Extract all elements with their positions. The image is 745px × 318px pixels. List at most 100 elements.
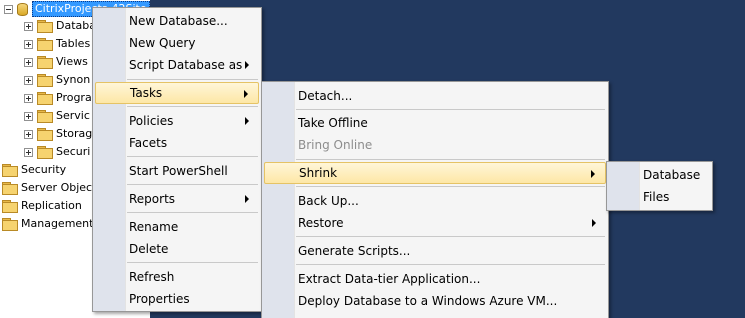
folder-icon: [37, 20, 53, 33]
expand-icon[interactable]: [24, 129, 33, 139]
tree-node-label: Storag: [56, 127, 93, 140]
menu-item-label: Properties: [129, 292, 190, 306]
menu-item-deploy-azure-vm[interactable]: Deploy Database to a Windows Azure VM...: [264, 290, 606, 312]
menu-separator: [296, 109, 605, 110]
menu-separator: [127, 212, 258, 213]
menu-item-label: Deploy Database to a Windows Azure VM...: [298, 294, 558, 308]
folder-icon: [37, 146, 53, 159]
tree-node-databases[interactable]: Databa: [24, 17, 96, 35]
tree-node-label: Databa: [56, 19, 96, 32]
tree-node-label: Tables: [56, 37, 91, 50]
folder-icon: [37, 128, 53, 141]
expand-icon[interactable]: [24, 93, 33, 103]
folder-icon: [37, 74, 53, 87]
submenu-arrow-icon: [245, 117, 249, 125]
database-context-menu: New Database... New Query Script Databas…: [92, 7, 262, 312]
menu-item-label: Rename: [129, 220, 179, 234]
menu-separator: [127, 106, 258, 107]
folder-icon: [2, 218, 18, 231]
menu-separator: [127, 79, 258, 80]
menu-item-label: Tasks: [130, 86, 163, 100]
menu-item-refresh[interactable]: Refresh: [95, 266, 259, 288]
tree-node-service-broker[interactable]: Servic: [24, 107, 90, 125]
folder-icon: [2, 182, 18, 195]
menu-item-take-offline[interactable]: Take Offline: [264, 112, 606, 134]
menu-item-label: Refresh: [129, 270, 175, 284]
tree-node-label: Management: [21, 217, 94, 230]
menu-item-rename[interactable]: Rename: [95, 216, 259, 238]
tree-node-label: Views: [56, 55, 88, 68]
tasks-submenu: Detach... Take Offline Bring Online Shri…: [261, 81, 609, 318]
menu-item-label: Delete: [129, 242, 169, 256]
tree-node-tables[interactable]: Tables: [24, 35, 90, 53]
menu-separator: [296, 264, 605, 265]
submenu-arrow-icon: [591, 170, 595, 178]
menu-item-facets[interactable]: Facets: [95, 132, 259, 154]
expand-icon[interactable]: [24, 111, 33, 121]
database-icon: [17, 2, 28, 16]
menu-separator: [296, 186, 605, 187]
menu-item-shrink-files[interactable]: Files: [609, 186, 710, 208]
menu-item-new-database[interactable]: New Database...: [95, 10, 259, 32]
menu-item-tasks[interactable]: Tasks: [95, 82, 259, 104]
menu-item-delete[interactable]: Delete: [95, 238, 259, 260]
menu-item-policies[interactable]: Policies: [95, 110, 259, 132]
menu-item-label: Policies: [129, 114, 174, 128]
expand-icon[interactable]: [24, 147, 33, 157]
expand-icon[interactable]: [24, 39, 33, 49]
menu-item-label: Script Database as: [129, 58, 243, 72]
tree-node-security-child[interactable]: Securi: [24, 143, 90, 161]
submenu-arrow-icon: [244, 90, 248, 98]
tree-node-server-objects[interactable]: Server Objects: [2, 179, 102, 197]
menu-separator: [127, 184, 258, 185]
tree-node-programmability[interactable]: Progra: [24, 89, 92, 107]
menu-item-generate-scripts[interactable]: Generate Scripts...: [264, 240, 606, 262]
expand-icon[interactable]: [24, 75, 33, 85]
menu-item-label: Start PowerShell: [129, 164, 228, 178]
menu-item-label: Back Up...: [298, 194, 359, 208]
menu-item-script-database-as[interactable]: Script Database as: [95, 54, 259, 76]
tree-node-views[interactable]: Views: [24, 53, 88, 71]
folder-icon: [37, 56, 53, 69]
folder-icon: [2, 164, 18, 177]
tree-node-security[interactable]: Security: [2, 161, 66, 179]
folder-icon: [37, 38, 53, 51]
menu-item-shrink[interactable]: Shrink: [264, 162, 606, 184]
expand-icon[interactable]: [24, 21, 33, 31]
menu-item-shrink-database[interactable]: Database: [609, 164, 710, 186]
tree-node-replication[interactable]: Replication: [2, 197, 82, 215]
menu-item-detach[interactable]: Detach...: [264, 85, 606, 107]
menu-item-label: Take Offline: [298, 116, 368, 130]
menu-item-properties[interactable]: Properties: [95, 288, 259, 310]
menu-item-label: Extract Data-tier Application...: [298, 272, 481, 286]
menu-item-reports[interactable]: Reports: [95, 188, 259, 210]
menu-item-extract-data-tier[interactable]: Extract Data-tier Application...: [264, 268, 606, 290]
menu-separator: [296, 236, 605, 237]
menu-separator: [127, 262, 258, 263]
menu-item-restore[interactable]: Restore: [264, 212, 606, 234]
tree-node-label: Security: [21, 163, 67, 176]
tree-node-storage[interactable]: Storag: [24, 125, 92, 143]
shrink-submenu: Database Files: [606, 161, 713, 211]
tree-node-label: Servic: [56, 109, 90, 122]
expand-icon[interactable]: [24, 57, 33, 67]
menu-item-label: Detach...: [298, 89, 353, 103]
menu-item-label: Restore: [298, 216, 344, 230]
menu-item-bring-online: Bring Online: [264, 134, 606, 156]
menu-item-label: Database: [643, 168, 701, 182]
tree-node-management[interactable]: Management: [2, 215, 93, 233]
tree-node-label: Securi: [56, 145, 91, 158]
menu-item-new-query[interactable]: New Query: [95, 32, 259, 54]
folder-icon: [37, 92, 53, 105]
folder-icon: [37, 110, 53, 123]
submenu-arrow-icon: [245, 61, 249, 69]
tree-node-label: Replication: [21, 199, 82, 212]
tree-node-synonyms[interactable]: Synon: [24, 71, 90, 89]
menu-item-label: Shrink: [299, 166, 338, 180]
menu-item-back-up[interactable]: Back Up...: [264, 190, 606, 212]
menu-item-label: Bring Online: [298, 138, 373, 152]
menu-separator: [296, 159, 605, 160]
menu-item-label: Files: [643, 190, 670, 204]
menu-item-start-powershell[interactable]: Start PowerShell: [95, 160, 259, 182]
collapse-icon[interactable]: [4, 4, 13, 14]
